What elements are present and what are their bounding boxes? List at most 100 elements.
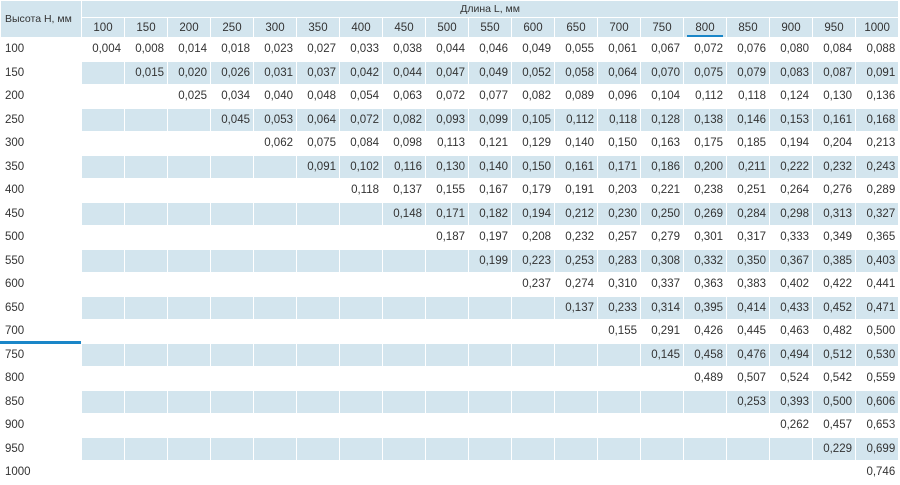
table-cell [210, 295, 254, 320]
row-header-450: 450 [0, 201, 82, 226]
table-cell: 0,116 [382, 154, 426, 179]
table-cell [253, 178, 297, 203]
table-cell [726, 436, 770, 461]
table-cell [597, 389, 641, 414]
table-cell: 0,072 [683, 37, 727, 62]
table-cell [124, 178, 168, 203]
table-cell [81, 225, 125, 250]
table-header: Высота H, мм Длина L, мм 100 150 200 250 300… [0, 0, 900, 38]
table-cell: 0,080 [769, 37, 813, 62]
table-cell [296, 201, 340, 226]
table-cell [296, 272, 340, 297]
table-cell: 0,187 [425, 225, 469, 250]
table-cell [81, 201, 125, 226]
column-header-500: 500 [425, 17, 469, 38]
table-cell [425, 460, 469, 485]
table-cell: 0,269 [683, 201, 727, 226]
table-cell: 0,463 [769, 319, 813, 344]
table-cell: 0,128 [640, 107, 684, 132]
table-cell [124, 389, 168, 414]
table-cell [81, 248, 125, 273]
table-cell: 0,232 [554, 225, 598, 250]
table-cell [640, 389, 684, 414]
table-cell [511, 342, 555, 367]
table-cell [296, 413, 340, 438]
table-cell [554, 319, 598, 344]
table-row: 700 0,155 0,291 0,426 0,445 0,463 0,482 0,500 [0, 319, 900, 344]
table-cell: 0,298 [769, 201, 813, 226]
row-header-700: 700 [0, 319, 82, 344]
table-cell [554, 413, 598, 438]
table-cell: 0,383 [726, 272, 770, 297]
table-cell [339, 295, 383, 320]
table-cell [382, 319, 426, 344]
table-cell: 0,200 [683, 154, 727, 179]
table-cell: 0,530 [854, 342, 900, 367]
table-cell: 0,211 [726, 154, 770, 179]
table-cell: 0,118 [597, 107, 641, 132]
table-cell [81, 295, 125, 320]
table-cell: 0,075 [296, 131, 340, 156]
table-cell: 0,337 [640, 272, 684, 297]
table-cell [468, 389, 512, 414]
table-cell: 0,047 [425, 60, 469, 85]
table-cell: 0,167 [468, 178, 512, 203]
table-cell [167, 436, 211, 461]
table-cell [683, 460, 727, 485]
table-cell: 0,150 [511, 154, 555, 179]
table-cell: 0,233 [597, 295, 641, 320]
table-cell: 0,096 [597, 84, 641, 109]
table-cell [554, 342, 598, 367]
table-cell: 0,020 [167, 60, 211, 85]
table-cell [81, 154, 125, 179]
table-cell: 0,082 [511, 84, 555, 109]
table-cell: 0,140 [468, 154, 512, 179]
table-cell: 0,099 [468, 107, 512, 132]
table-cell: 0,072 [339, 107, 383, 132]
table-cell: 0,301 [683, 225, 727, 250]
table-cell [382, 389, 426, 414]
column-header-800: 800 [683, 17, 727, 38]
table-cell: 0,314 [640, 295, 684, 320]
row-header-650: 650 [0, 295, 82, 320]
table-cell: 0,079 [726, 60, 770, 85]
table-cell: 0,034 [210, 84, 254, 109]
table-cell: 0,064 [597, 60, 641, 85]
table-cell [425, 295, 469, 320]
table-cell: 0,088 [854, 37, 900, 62]
table-cell [167, 366, 211, 391]
table-cell: 0,091 [296, 154, 340, 179]
table-cell: 0,138 [683, 107, 727, 132]
table-cell [124, 154, 168, 179]
table-cell [210, 389, 254, 414]
table-cell: 0,102 [339, 154, 383, 179]
column-header-150: 150 [124, 17, 168, 38]
table-cell [167, 225, 211, 250]
table-cell: 0,457 [812, 413, 856, 438]
table-cell [124, 225, 168, 250]
table-cell [339, 201, 383, 226]
table-cell: 0,308 [640, 248, 684, 273]
table-cell: 0,048 [296, 84, 340, 109]
table-cell [511, 366, 555, 391]
table-cell [468, 342, 512, 367]
table-cell: 0,310 [597, 272, 641, 297]
table-cell: 0,130 [812, 84, 856, 109]
table-cell [425, 389, 469, 414]
table-cell [468, 272, 512, 297]
table-cell [597, 436, 641, 461]
table-cell: 0,083 [769, 60, 813, 85]
table-cell [339, 460, 383, 485]
table-cell [124, 319, 168, 344]
table-cell: 0,251 [726, 178, 770, 203]
table-cell: 0,332 [683, 248, 727, 273]
table-cell: 0,062 [253, 131, 297, 156]
table-cell [81, 178, 125, 203]
table-cell: 0,185 [726, 131, 770, 156]
table-cell: 0,064 [296, 107, 340, 132]
table-row: 800 0,489 0,507 0,524 0,542 0,559 [0, 366, 900, 391]
column-header-350: 350 [296, 17, 340, 38]
table-cell: 0,212 [554, 201, 598, 226]
table-cell [210, 154, 254, 179]
column-header-950: 950 [812, 17, 856, 38]
